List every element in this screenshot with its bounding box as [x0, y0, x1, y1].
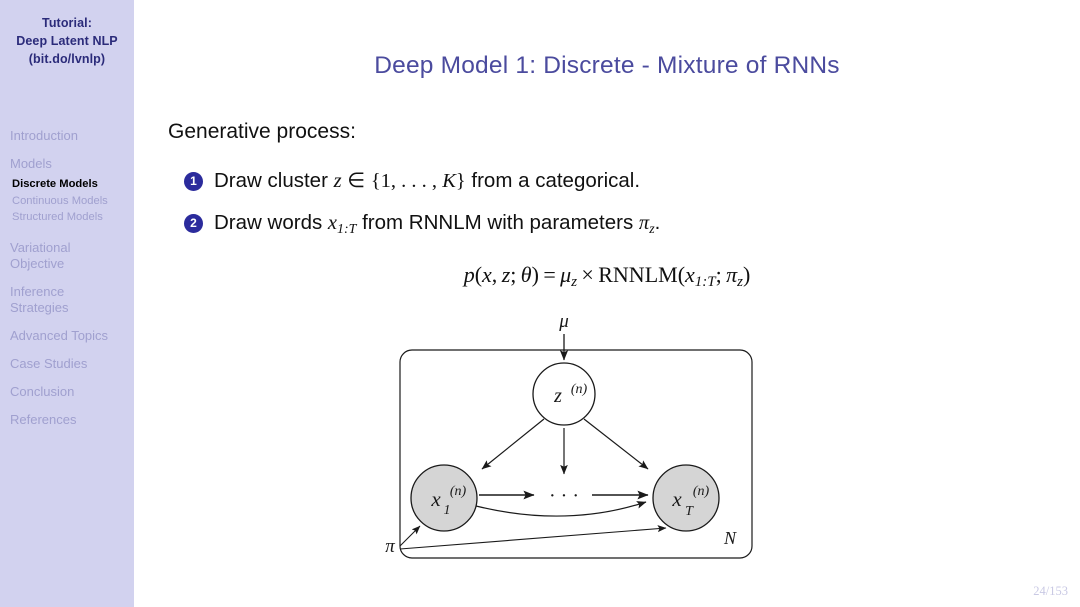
- xT-node-subscript: T: [685, 504, 694, 519]
- sidebar-item-introduction[interactable]: Introduction: [0, 128, 134, 144]
- edge-pi-to-x1: [399, 525, 421, 547]
- sidebar-title-line-1: Tutorial:: [42, 16, 92, 30]
- slide-content: Deep Model 1: Discrete - Mixture of RNNs…: [134, 0, 1080, 607]
- joint-distribution-equation: p(x, z; θ) = μz × RNNLM(x1:T; πz): [463, 262, 751, 291]
- mixture-of-rnns-graphical-model: μ N · · · z (n) x 1 (n) x T (n) π: [378, 306, 798, 581]
- enum-marker-1: 1: [184, 172, 203, 191]
- sidebar-item-references[interactable]: References: [0, 412, 134, 428]
- edge-z-to-x1: [481, 418, 545, 470]
- xT-node-superscript: (n): [693, 484, 710, 499]
- sidebar-title-line-2: Deep Latent NLP: [16, 34, 118, 48]
- sidebar-item-continuous-models[interactable]: Continuous Models: [0, 193, 134, 210]
- sidebar-item-references-label: References: [10, 411, 77, 427]
- sidebar-item-variational-objective-label-2: Objective: [10, 255, 65, 271]
- sidebar-item-discrete-models[interactable]: Discrete Models: [0, 176, 134, 193]
- sidebar-item-case-studies-label: Case Studies: [10, 355, 88, 371]
- sidebar-item-structured-models[interactable]: Structured Models: [0, 209, 134, 226]
- z-node-label: z: [553, 385, 562, 407]
- sidebar-item-inference-strategies-label-1: Inference: [10, 283, 65, 299]
- sidebar-item-case-studies[interactable]: Case Studies: [0, 356, 134, 372]
- sidebar-item-inference-strategies[interactable]: Inference Strategies: [0, 284, 134, 316]
- page-number: 24/153: [1033, 584, 1068, 598]
- chain-ellipsis: · · ·: [549, 485, 579, 507]
- sidebar-item-advanced-topics[interactable]: Advanced Topics: [0, 328, 134, 344]
- sidebar-navigation: Tutorial: Deep Latent NLP (bit.do/lvnlp)…: [0, 0, 134, 607]
- z-node-superscript: (n): [571, 382, 588, 397]
- generative-process-label: Generative process:: [168, 120, 356, 143]
- sidebar-item-variational-objective-label-1: Variational: [10, 239, 71, 255]
- x1-node-label: x: [430, 487, 441, 511]
- enum-text-1: Draw cluster z ∈ {1, . . . , K} from a c…: [214, 169, 641, 192]
- sidebar-item-conclusion-label: Conclusion: [10, 383, 75, 399]
- sidebar-item-conclusion[interactable]: Conclusion: [0, 384, 134, 400]
- xT-node-label: x: [671, 487, 682, 511]
- generative-process-list: 1 Draw cluster z ∈ {1, . . . , K} from a…: [184, 168, 1064, 259]
- x1-node-superscript: (n): [450, 484, 467, 499]
- z-node: z (n): [532, 362, 596, 426]
- list-item: 2 Draw words x1:T from RNNLM with parame…: [184, 210, 1064, 243]
- sidebar-item-variational-objective[interactable]: Variational Objective: [0, 240, 134, 272]
- sidebar-title-line-3: (bit.do/lvnlp): [28, 52, 106, 66]
- xT-node: x T (n): [652, 464, 720, 532]
- enum-marker-2: 2: [184, 214, 203, 233]
- sidebar-tutorial-title: Tutorial: Deep Latent NLP (bit.do/lvnlp): [0, 14, 134, 68]
- slide-root: Tutorial: Deep Latent NLP (bit.do/lvnlp)…: [0, 0, 1080, 607]
- sidebar-subsections-models: Discrete Models Continuous Models Struct…: [0, 176, 134, 226]
- x1-node: x 1 (n): [410, 464, 478, 532]
- list-item: 1 Draw cluster z ∈ {1, . . . , K} from a…: [184, 168, 1064, 194]
- x1-node-subscript: 1: [444, 503, 451, 518]
- sidebar-item-advanced-topics-label: Advanced Topics: [10, 327, 109, 343]
- sidebar-item-introduction-label: Introduction: [10, 128, 78, 143]
- sidebar-item-inference-strategies-label-2: Strategies: [10, 299, 69, 315]
- page-title: Deep Model 1: Discrete - Mixture of RNNs: [374, 52, 840, 79]
- edge-z-to-xT: [583, 418, 649, 470]
- enum-text-2: Draw words x1:T from RNNLM with paramete…: [214, 211, 661, 237]
- plate-label-N: N: [723, 528, 737, 548]
- sidebar-toc: Introduction Models Discrete Models Cont…: [0, 128, 134, 440]
- sidebar-item-models[interactable]: Models: [0, 156, 134, 172]
- sidebar-item-models-label: Models: [10, 156, 52, 171]
- mu-parameter-label: μ: [558, 311, 569, 332]
- pi-parameter-label: π: [385, 536, 395, 557]
